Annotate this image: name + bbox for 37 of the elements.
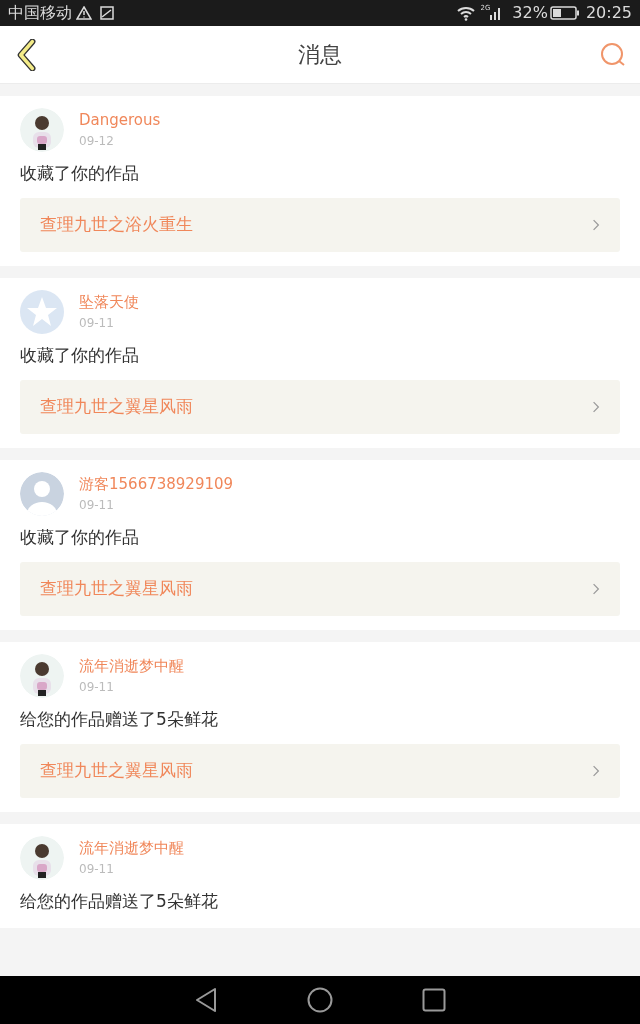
carrier-name: 中国移动 [8, 2, 72, 24]
back-icon[interactable] [194, 987, 219, 1013]
work-link[interactable]: 查理九世之翼星风雨 [20, 744, 620, 798]
chevron-right-icon [592, 218, 600, 232]
star-avatar-icon [20, 290, 64, 334]
user-name[interactable]: 坠落天使 [79, 292, 139, 312]
chevron-right-icon [592, 582, 600, 596]
message-date: 09-12 [79, 133, 115, 150]
user-name[interactable]: 游客1566738929109 [79, 474, 234, 494]
chevron-right-icon [592, 400, 600, 414]
message-date: 09-11 [79, 315, 115, 332]
home-icon[interactable] [307, 987, 333, 1013]
clock: 20:25 [585, 2, 632, 24]
battery-level: 32% [512, 2, 548, 24]
recents-icon[interactable] [421, 988, 446, 1012]
message-text: 给您的作品赠送了5朵鲜花 [20, 890, 219, 913]
warning-icon [76, 6, 92, 20]
message-text: 收藏了你的作品 [20, 162, 140, 185]
chevron-right-icon [592, 764, 600, 778]
signal-icon [490, 6, 503, 20]
work-link[interactable]: 查理九世之浴火重生 [20, 198, 620, 252]
user-name[interactable]: Dangerous [79, 110, 161, 130]
message-date: 09-11 [79, 679, 115, 696]
wifi-icon [456, 5, 477, 21]
work-link[interactable]: 查理九世之翼星风雨 [20, 380, 620, 434]
battery-icon [549, 6, 580, 20]
message-text: 给您的作品赠送了5朵鲜花 [20, 708, 219, 731]
page-title: 消息 [298, 41, 342, 69]
user-name[interactable]: 流年消逝梦中醒 [79, 656, 184, 676]
message-date: 09-11 [79, 497, 115, 514]
user-avatar-icon [20, 472, 64, 516]
image-icon [100, 6, 114, 20]
message-text: 收藏了你的作品 [20, 344, 140, 367]
message-date: 09-11 [79, 861, 115, 878]
work-link[interactable]: 查理九世之翼星风雨 [20, 562, 620, 616]
user-name[interactable]: 流年消逝梦中醒 [79, 838, 184, 858]
message-text: 收藏了你的作品 [20, 526, 140, 549]
